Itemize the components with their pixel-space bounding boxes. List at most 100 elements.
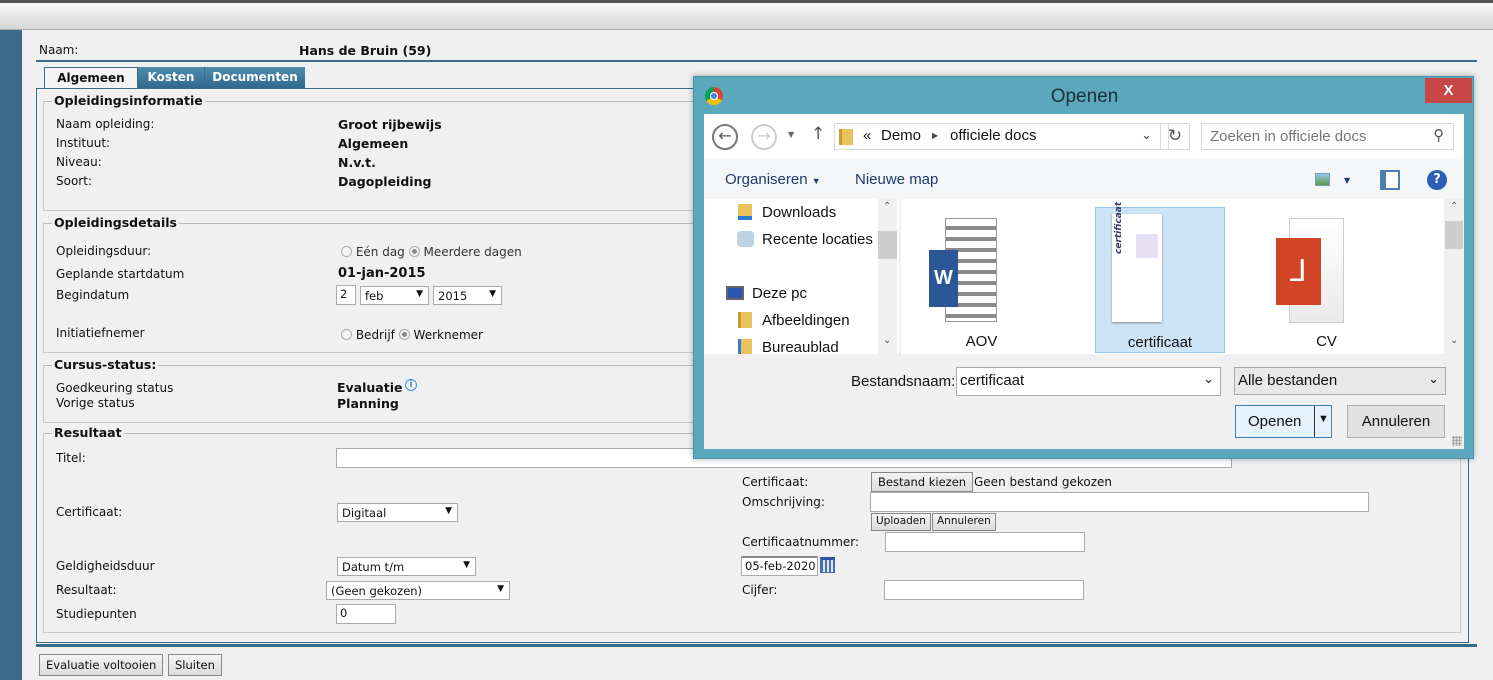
- tab-algemeen[interactable]: Algemeen: [44, 67, 138, 88]
- select-value: (Geen gekozen): [331, 584, 423, 598]
- nav-item-afbeeldingen[interactable]: Afbeeldingen: [762, 312, 850, 329]
- annuleren-upload-button[interactable]: Annuleren: [932, 513, 996, 531]
- nav-scrollbar[interactable]: ⌃ ⌄: [878, 199, 897, 354]
- preview-pane-icon[interactable]: [1380, 170, 1400, 190]
- address-bar[interactable]: « Demo ▶ officiele docs ⌄: [834, 123, 1169, 150]
- back-icon[interactable]: ←: [712, 124, 738, 150]
- select-value: Digitaal: [342, 506, 387, 520]
- cancel-button[interactable]: Annuleren: [1347, 405, 1445, 438]
- choose-file-button[interactable]: Bestand kiezen: [871, 472, 974, 492]
- resultaat-select[interactable]: (Geen gekozen) ▼: [326, 581, 510, 600]
- navigation-pane: [704, 199, 899, 354]
- label: Cijfer:: [742, 583, 778, 597]
- chevron-down-icon[interactable]: ⌄: [1203, 371, 1214, 387]
- open-button[interactable]: Openen ▼: [1235, 405, 1332, 438]
- label: Titel:: [56, 451, 86, 465]
- sluiten-button[interactable]: Sluiten: [168, 654, 222, 676]
- file-status: Geen bestand gekozen: [974, 475, 1112, 489]
- begin-year-select[interactable]: 2015 ▼: [433, 286, 502, 305]
- refresh-icon[interactable]: ↻: [1160, 123, 1190, 150]
- help-icon[interactable]: ?: [1427, 170, 1447, 190]
- folder-icon: [839, 129, 853, 145]
- label: Niveau:: [56, 155, 102, 169]
- radio-label: Bedrijf: [355, 328, 395, 342]
- legend: Cursus-status:: [52, 357, 159, 372]
- nieuwe-map-button[interactable]: Nieuwe map: [855, 171, 938, 188]
- value: Dagopleiding: [338, 174, 432, 189]
- breadcrumb-officiele-docs[interactable]: officiele docs: [950, 127, 1036, 144]
- radio-meerdere-dagen[interactable]: [408, 246, 420, 257]
- divider: [36, 644, 1477, 647]
- legend: Opleidingsdetails: [52, 215, 179, 230]
- sidebar: [0, 30, 22, 680]
- organiseren-menu[interactable]: Organiseren ▼: [725, 171, 821, 188]
- calendar-icon[interactable]: [820, 557, 835, 573]
- tab-documenten[interactable]: Documenten: [204, 67, 305, 88]
- label: Naam opleiding:: [56, 117, 155, 131]
- resize-grip-icon[interactable]: [1452, 436, 1462, 446]
- info-icon[interactable]: i: [405, 379, 417, 391]
- menu-label: Organiseren: [725, 171, 808, 188]
- downloads-folder-icon: [738, 204, 752, 220]
- forward-icon[interactable]: →: [751, 124, 777, 150]
- datum-input[interactable]: 05-feb-2020: [741, 556, 818, 576]
- certificaatnummer-input[interactable]: [885, 532, 1085, 552]
- upload-button[interactable]: Uploaden: [871, 513, 931, 531]
- name-value: Hans de Bruin (59): [299, 43, 432, 58]
- value: Evaluatie: [337, 380, 403, 395]
- split-dropdown-icon[interactable]: ▼: [1314, 406, 1329, 437]
- radio-werknemer[interactable]: [398, 329, 410, 340]
- breadcrumb-demo[interactable]: Demo: [881, 127, 921, 144]
- nav-item-recente-locaties[interactable]: Recente locaties: [762, 231, 873, 248]
- file-item-cv[interactable]: ⅃ CV: [1274, 218, 1379, 356]
- value: Groot rijbewijs: [338, 117, 442, 132]
- close-button[interactable]: X: [1425, 78, 1472, 103]
- certificaat-select[interactable]: Digitaal ▼: [337, 503, 458, 522]
- chevron-down-icon[interactable]: ⌄: [1141, 128, 1152, 143]
- evaluatie-voltooien-button[interactable]: Evaluatie voltooien: [39, 654, 164, 676]
- nav-item-downloads[interactable]: Downloads: [762, 204, 836, 221]
- geldigheid-select[interactable]: Datum t/m ▼: [337, 557, 476, 576]
- label: Certificaatnummer:: [742, 535, 860, 549]
- view-dropdown-icon[interactable]: ▼: [1344, 176, 1350, 185]
- radio-een-dag[interactable]: [341, 246, 352, 257]
- up-icon[interactable]: ↑: [811, 124, 825, 144]
- word-icon: W: [929, 250, 958, 307]
- folder-icon: [738, 339, 752, 354]
- recent-dropdown-icon[interactable]: ▼: [788, 130, 794, 139]
- file-scrollbar[interactable]: ⌃ ⌄: [1444, 199, 1464, 354]
- begin-month-select[interactable]: feb ▼: [360, 286, 429, 305]
- omschrijving-input[interactable]: [870, 492, 1369, 512]
- open-file-dialog: Openen X ← → ▼ ↑ « Demo ▶ officiele docs…: [693, 76, 1474, 459]
- select-value: Datum t/m: [342, 560, 405, 574]
- select-value: feb: [365, 289, 384, 303]
- dialog-body: ← → ▼ ↑ « Demo ▶ officiele docs ⌄ ↻ Zoek…: [704, 114, 1464, 449]
- file-item-certificaat[interactable]: certificaat certificaat: [1095, 202, 1225, 353]
- nav-item-bureaublad[interactable]: Bureaublad: [762, 339, 839, 356]
- legend: Resultaat: [52, 425, 124, 440]
- begin-day-input[interactable]: 2: [336, 285, 356, 305]
- file-name: CV: [1316, 333, 1337, 350]
- label: Soort:: [56, 174, 92, 188]
- radio-bedrijf[interactable]: [341, 329, 352, 340]
- chevron-right-icon: ▶: [932, 131, 939, 140]
- studiepunten-input[interactable]: 0: [336, 604, 396, 624]
- dropdown-arrow-icon: ▼: [416, 289, 423, 299]
- label: Certificaat:: [56, 505, 123, 519]
- cijfer-input[interactable]: [884, 580, 1084, 600]
- value: Planning: [337, 396, 399, 411]
- file-type-select[interactable]: Alle bestanden ⌄: [1234, 367, 1446, 395]
- name-label: Naam:: [39, 43, 79, 57]
- label: Vorige status: [56, 396, 135, 410]
- certificate-thumbnail-icon: certificaat: [1112, 202, 1162, 322]
- file-item-aov[interactable]: W AOV: [929, 218, 1034, 356]
- nav-item-deze-pc[interactable]: Deze pc: [752, 285, 807, 302]
- label: Omschrijving:: [742, 495, 825, 509]
- filename-input[interactable]: certificaat ⌄: [956, 367, 1221, 396]
- legend: Opleidingsinformatie: [52, 93, 205, 108]
- init-radios: Bedrijf Werknemer: [341, 328, 483, 342]
- view-icon[interactable]: [1315, 173, 1330, 186]
- search-input[interactable]: Zoeken in officiele docs: [1201, 123, 1454, 150]
- tab-kosten[interactable]: Kosten: [138, 67, 204, 88]
- filename-value: certificaat: [960, 372, 1025, 389]
